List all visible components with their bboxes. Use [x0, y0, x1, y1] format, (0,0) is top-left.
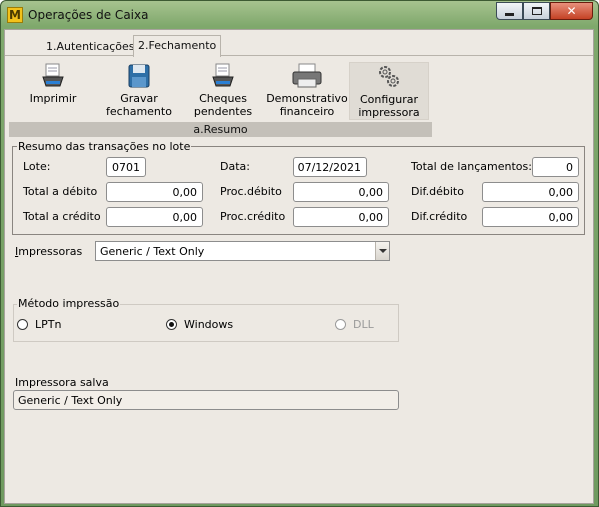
radio-windows-label: Windows	[184, 318, 234, 331]
title-bar[interactable]: M Operações de Caixa ✕	[1, 1, 598, 29]
impressora-salva-field: Generic / Text Only	[13, 390, 399, 410]
printer-doc-icon	[42, 63, 64, 87]
app-logo-icon: M	[7, 7, 23, 23]
total-debito-label: Total a débito	[23, 185, 98, 198]
proc-credito-field[interactable]: 0,00	[293, 207, 389, 227]
app-window: M Operações de Caixa ✕ 1.Autenticações 2…	[0, 0, 599, 507]
demonstrativo-label-2: financeiro	[279, 105, 335, 118]
configurar-label-2: impressora	[358, 106, 420, 119]
radio-lptn-label: LPTn	[35, 318, 62, 331]
impressoras-selected-value: Generic / Text Only	[100, 245, 205, 258]
dif-debito-label: Dif.débito	[411, 185, 464, 198]
configurar-impressora-button[interactable]: Configurar impressora	[349, 62, 429, 120]
proc-credito-label: Proc.crédito	[220, 210, 286, 223]
window-controls: ✕	[496, 2, 593, 20]
toolbar-group-label: a.Resumo	[9, 122, 432, 137]
radio-windows-dot	[166, 319, 177, 330]
data-label: Data:	[220, 160, 250, 173]
radio-lptn-dot	[17, 319, 28, 330]
proc-debito-label: Proc.débito	[220, 185, 282, 198]
gravar-fechamento-button[interactable]: Gravar fechamento	[101, 62, 177, 120]
printer-icon	[292, 63, 322, 88]
summary-legend: Resumo das transações no lote	[18, 140, 191, 153]
toolbar: Imprimir Gravar fechamento Cheques pende…	[9, 62, 432, 138]
window-title: Operações de Caixa	[28, 8, 149, 22]
proc-debito-field[interactable]: 0,00	[293, 182, 389, 202]
gravar-label-2: fechamento	[106, 105, 172, 118]
impressoras-label: Impressoras	[15, 245, 83, 258]
close-icon: ✕	[566, 4, 577, 18]
gears-icon	[379, 66, 399, 87]
configurar-label-1: Configurar	[359, 93, 419, 106]
printer-doc-icon	[212, 63, 234, 87]
tab-fechamento[interactable]: 2.Fechamento	[133, 35, 222, 57]
imprimir-button[interactable]: Imprimir	[21, 62, 85, 120]
radio-dll-dot	[335, 319, 346, 330]
lote-field[interactable]: 0701	[106, 157, 146, 177]
print-method-legend: Método impressão	[17, 297, 121, 310]
radio-dll-label: DLL	[353, 318, 374, 331]
maximize-icon	[531, 7, 542, 15]
impressora-salva-label: Impressora salva	[15, 376, 109, 389]
maximize-button[interactable]	[523, 2, 550, 20]
dif-credito-field[interactable]: 0,00	[482, 207, 579, 227]
chevron-down-icon[interactable]	[375, 242, 389, 260]
total-lancamentos-label: Total de lançamentos:	[411, 160, 532, 173]
tab-autenticacoes[interactable]: 1.Autenticações	[42, 37, 138, 57]
minimize-button[interactable]	[496, 2, 523, 20]
imprimir-label: Imprimir	[29, 92, 77, 105]
radio-windows[interactable]: Windows	[166, 318, 233, 331]
radio-lptn[interactable]: LPTn	[17, 318, 61, 331]
client-area: 1.Autenticações 2.Fechamento Imprimir Gr…	[4, 29, 594, 504]
data-field[interactable]: 07/12/2021	[293, 157, 367, 177]
radio-dll: DLL	[335, 318, 374, 331]
cheques-label-2: pendentes	[193, 105, 253, 118]
minimize-icon	[505, 12, 514, 16]
tab-strip: 1.Autenticações 2.Fechamento	[5, 35, 593, 57]
close-button[interactable]: ✕	[550, 2, 593, 20]
total-lancamentos-field[interactable]: 0	[532, 157, 579, 177]
dif-credito-label: Dif.crédito	[411, 210, 468, 223]
demonstrativo-financeiro-button[interactable]: Demonstrativo financeiro	[265, 62, 349, 120]
total-credito-field[interactable]: 0,00	[106, 207, 203, 227]
lote-label: Lote:	[23, 160, 51, 173]
gravar-label-1: Gravar	[120, 92, 158, 105]
cheques-label-1: Cheques	[199, 92, 247, 105]
save-disk-icon	[128, 64, 150, 88]
total-debito-field[interactable]: 0,00	[106, 182, 203, 202]
cheques-pendentes-button[interactable]: Cheques pendentes	[191, 62, 255, 120]
demonstrativo-label-1: Demonstrativo	[266, 92, 348, 105]
total-credito-label: Total a crédito	[23, 210, 101, 223]
dif-debito-field[interactable]: 0,00	[482, 182, 579, 202]
impressoras-select[interactable]: Generic / Text Only	[95, 241, 390, 261]
